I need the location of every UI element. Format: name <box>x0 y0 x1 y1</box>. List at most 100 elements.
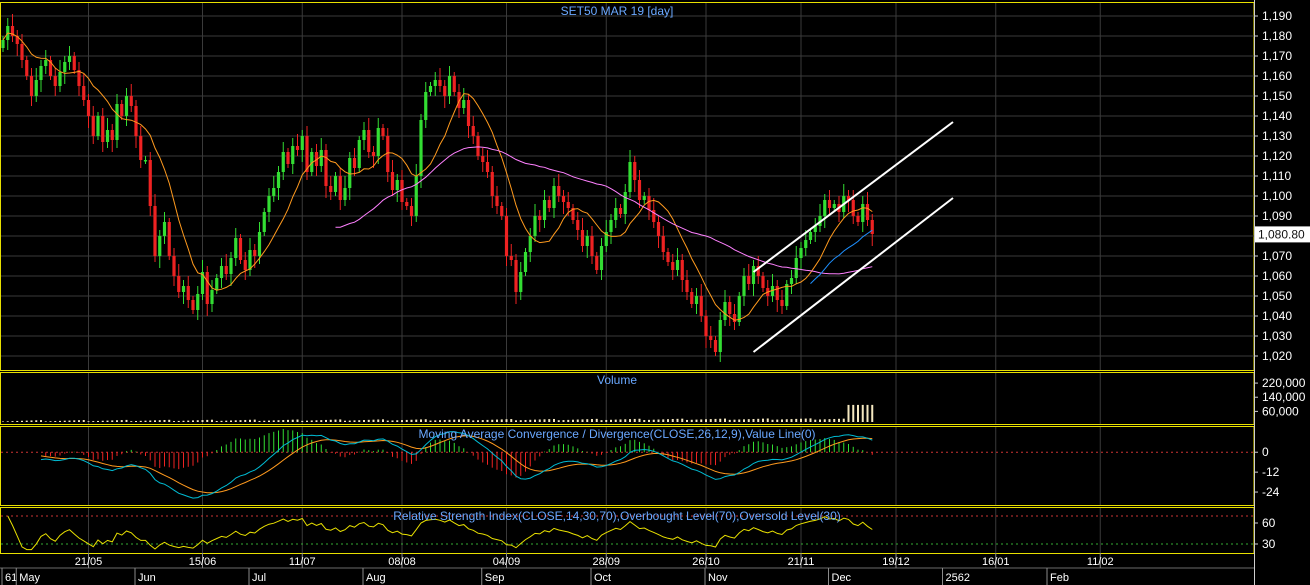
rsi-tick-label: 60 <box>1262 516 1276 530</box>
volume-bar <box>116 420 118 422</box>
candle-body <box>561 196 566 202</box>
volume-bar <box>272 420 275 422</box>
candle-body <box>799 248 803 258</box>
candle-body <box>656 222 661 236</box>
volume-bar <box>819 419 821 422</box>
price-tick-label: 1,120 <box>1262 149 1292 163</box>
trend-channel-upper <box>752 121 954 273</box>
candle-body <box>215 278 219 290</box>
volume-bar <box>225 420 228 422</box>
candle-body <box>481 156 485 162</box>
candle-body <box>134 106 138 136</box>
candle-body <box>139 136 143 160</box>
x-month-label: Aug <box>366 572 386 584</box>
volume-bar <box>823 419 826 422</box>
volume-bar <box>429 420 432 422</box>
candle-body <box>500 206 504 216</box>
macd-line <box>40 431 873 499</box>
macd-signal-line <box>40 435 873 494</box>
candle-body <box>533 216 537 236</box>
volume-bar <box>434 420 437 422</box>
candle-body <box>476 136 480 156</box>
chart-stage: 1,0201,0301,0401,0501,0601,0701,0801,090… <box>0 0 1310 585</box>
candle-body <box>580 230 585 246</box>
candle-body <box>789 278 794 284</box>
volume-bar <box>548 419 551 422</box>
volume-bar <box>538 419 541 422</box>
volume-bar <box>505 419 508 422</box>
candle-body <box>609 220 613 232</box>
volume-bar <box>25 420 28 422</box>
candle-body <box>775 286 779 300</box>
candle-body <box>699 296 703 316</box>
x-month-label: May <box>19 572 40 584</box>
volume-bar <box>534 419 536 422</box>
volume-bar <box>325 419 327 422</box>
candle-body <box>694 296 699 304</box>
volume-bar <box>657 419 660 422</box>
candle-body <box>633 162 637 180</box>
volume-bar <box>833 418 836 422</box>
volume-bar <box>415 419 418 422</box>
candle-body <box>82 86 86 100</box>
volume-bar <box>277 420 280 422</box>
x-month-label: Dec <box>832 572 852 584</box>
volume-bar <box>54 421 57 422</box>
volume-bar <box>861 404 864 422</box>
candle-body <box>86 100 91 116</box>
volume-bar <box>282 420 285 422</box>
volume-bar <box>838 418 840 422</box>
candle-body <box>709 336 713 340</box>
candle-body <box>257 232 262 256</box>
volume-bar <box>477 420 479 422</box>
price-tick-label: 1,070 <box>1262 249 1292 263</box>
candle-body <box>832 204 836 208</box>
candle-body <box>785 284 789 306</box>
volume-bar <box>828 419 831 422</box>
volume-bar <box>363 420 365 422</box>
volume-bar <box>652 419 655 422</box>
volume-bar <box>163 419 166 422</box>
volume-bar <box>296 419 299 422</box>
volume-bar <box>420 419 422 422</box>
price-tick-label: 1,030 <box>1262 329 1292 343</box>
volume-bar <box>201 420 204 422</box>
volume-bar <box>809 418 812 422</box>
volume-bar <box>173 421 175 422</box>
volume-bar <box>515 420 517 422</box>
x-date-label: 16/01 <box>982 556 1010 568</box>
candle-body <box>462 100 466 108</box>
volume-bar <box>154 420 156 422</box>
volume-bar <box>757 418 760 422</box>
x-date-label: 08/08 <box>388 556 416 568</box>
candle-body <box>196 294 200 310</box>
volume-bar <box>776 419 779 422</box>
volume-bar <box>781 419 783 422</box>
candle-body <box>210 290 214 304</box>
volume-bar <box>396 420 399 422</box>
price-tick-label: 1,180 <box>1262 29 1292 43</box>
volume-bar <box>139 420 142 422</box>
volume-bar <box>306 420 308 422</box>
volume-bar <box>73 420 76 422</box>
volume-bar <box>752 418 755 422</box>
candle-body <box>20 44 24 60</box>
candle-body <box>91 116 95 136</box>
candle-body <box>424 92 428 120</box>
volume-bar <box>21 420 23 422</box>
volume-bar <box>329 419 332 422</box>
x-date-label: 11/07 <box>289 556 316 568</box>
candle-body <box>29 76 34 96</box>
candle-body <box>219 266 224 278</box>
candle-body <box>647 196 651 210</box>
volume-bar <box>301 420 304 422</box>
candle-body <box>428 86 433 92</box>
candle-body <box>538 216 542 220</box>
candle-body <box>39 66 43 80</box>
candle-body <box>224 266 228 274</box>
volume-bar <box>353 420 356 422</box>
candle-body <box>58 72 62 86</box>
price-tick-label: 1,110 <box>1262 169 1291 183</box>
candle-body <box>433 80 437 86</box>
price-tick-label: 1,150 <box>1262 89 1292 103</box>
